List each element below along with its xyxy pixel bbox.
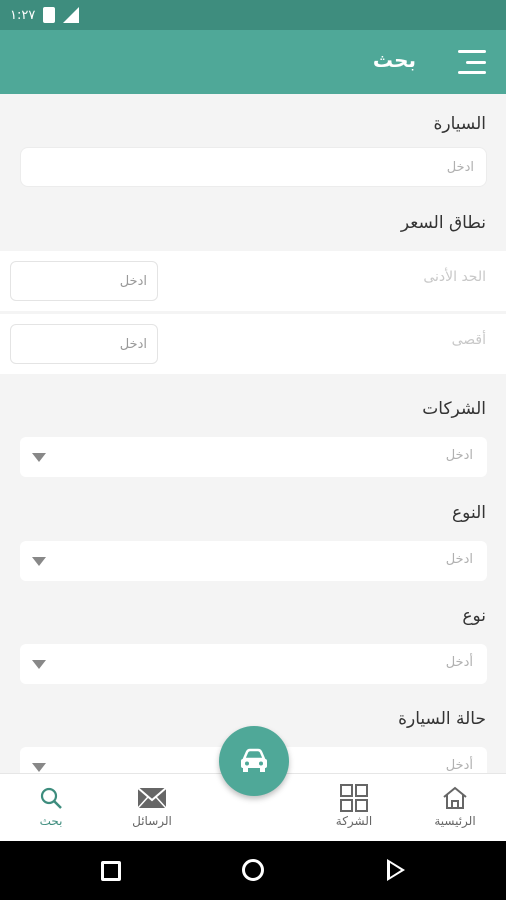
mail-icon — [137, 787, 167, 809]
type-placeholder: ادخل — [445, 552, 473, 567]
car-icon — [241, 748, 267, 772]
car-fab-button[interactable] — [219, 726, 289, 796]
car-input[interactable]: ادخل — [20, 147, 487, 187]
companies-label: الشركات — [422, 399, 486, 419]
nav-search[interactable]: بحث — [6, 782, 96, 828]
price-range-label: نطاق السعر — [400, 213, 486, 233]
chevron-down-icon — [32, 557, 46, 566]
companies-placeholder: ادخل — [445, 448, 473, 463]
condition-placeholder: أدخل — [445, 758, 473, 773]
condition-label: حالة السيارة — [398, 709, 486, 729]
nav-home-label: الرئيسية — [434, 814, 476, 828]
kind-select[interactable]: أدخل — [20, 644, 487, 684]
clock: ١:٢٧ — [10, 7, 36, 23]
app-bar: بحث — [0, 30, 506, 94]
grid-icon — [340, 784, 368, 812]
system-navigation-bar — [0, 841, 506, 900]
min-price-label: الحد الأدنى — [423, 269, 486, 285]
nav-home[interactable]: الرئيسية — [410, 782, 500, 828]
nav-company[interactable]: الشركة — [309, 782, 399, 828]
nav-messages[interactable]: الرسائل — [107, 782, 197, 828]
status-bar: ١:٢٧ — [0, 0, 506, 30]
max-price-input[interactable]: ادخل — [10, 324, 158, 364]
type-select[interactable]: ادخل — [20, 541, 487, 581]
kind-placeholder: أدخل — [445, 655, 473, 670]
nav-messages-label: الرسائل — [132, 814, 172, 828]
signal-icon — [63, 7, 80, 23]
car-label: السيارة — [433, 114, 487, 134]
home-circle-icon[interactable] — [242, 859, 264, 881]
back-triangle-icon[interactable] — [387, 859, 405, 881]
companies-select[interactable]: ادخل — [20, 437, 487, 477]
max-price-label: أقصى — [451, 332, 486, 348]
battery-icon — [43, 7, 56, 23]
search-icon — [40, 787, 62, 809]
recent-apps-icon[interactable] — [101, 861, 121, 881]
chevron-down-icon — [32, 660, 46, 669]
nav-company-label: الشركة — [335, 814, 373, 828]
page-title: بحث — [372, 48, 416, 72]
menu-icon[interactable] — [458, 50, 486, 74]
chevron-down-icon — [32, 453, 46, 462]
home-icon — [443, 786, 467, 809]
max-price-row: أقصى ادخل — [0, 314, 506, 374]
type-label: النوع — [452, 503, 486, 523]
nav-search-label: بحث — [39, 814, 63, 828]
min-price-input[interactable]: ادخل — [10, 261, 158, 301]
min-price-row: الحد الأدنى ادخل — [0, 251, 506, 311]
kind-label: نوع — [462, 606, 486, 626]
chevron-down-icon — [32, 763, 46, 772]
